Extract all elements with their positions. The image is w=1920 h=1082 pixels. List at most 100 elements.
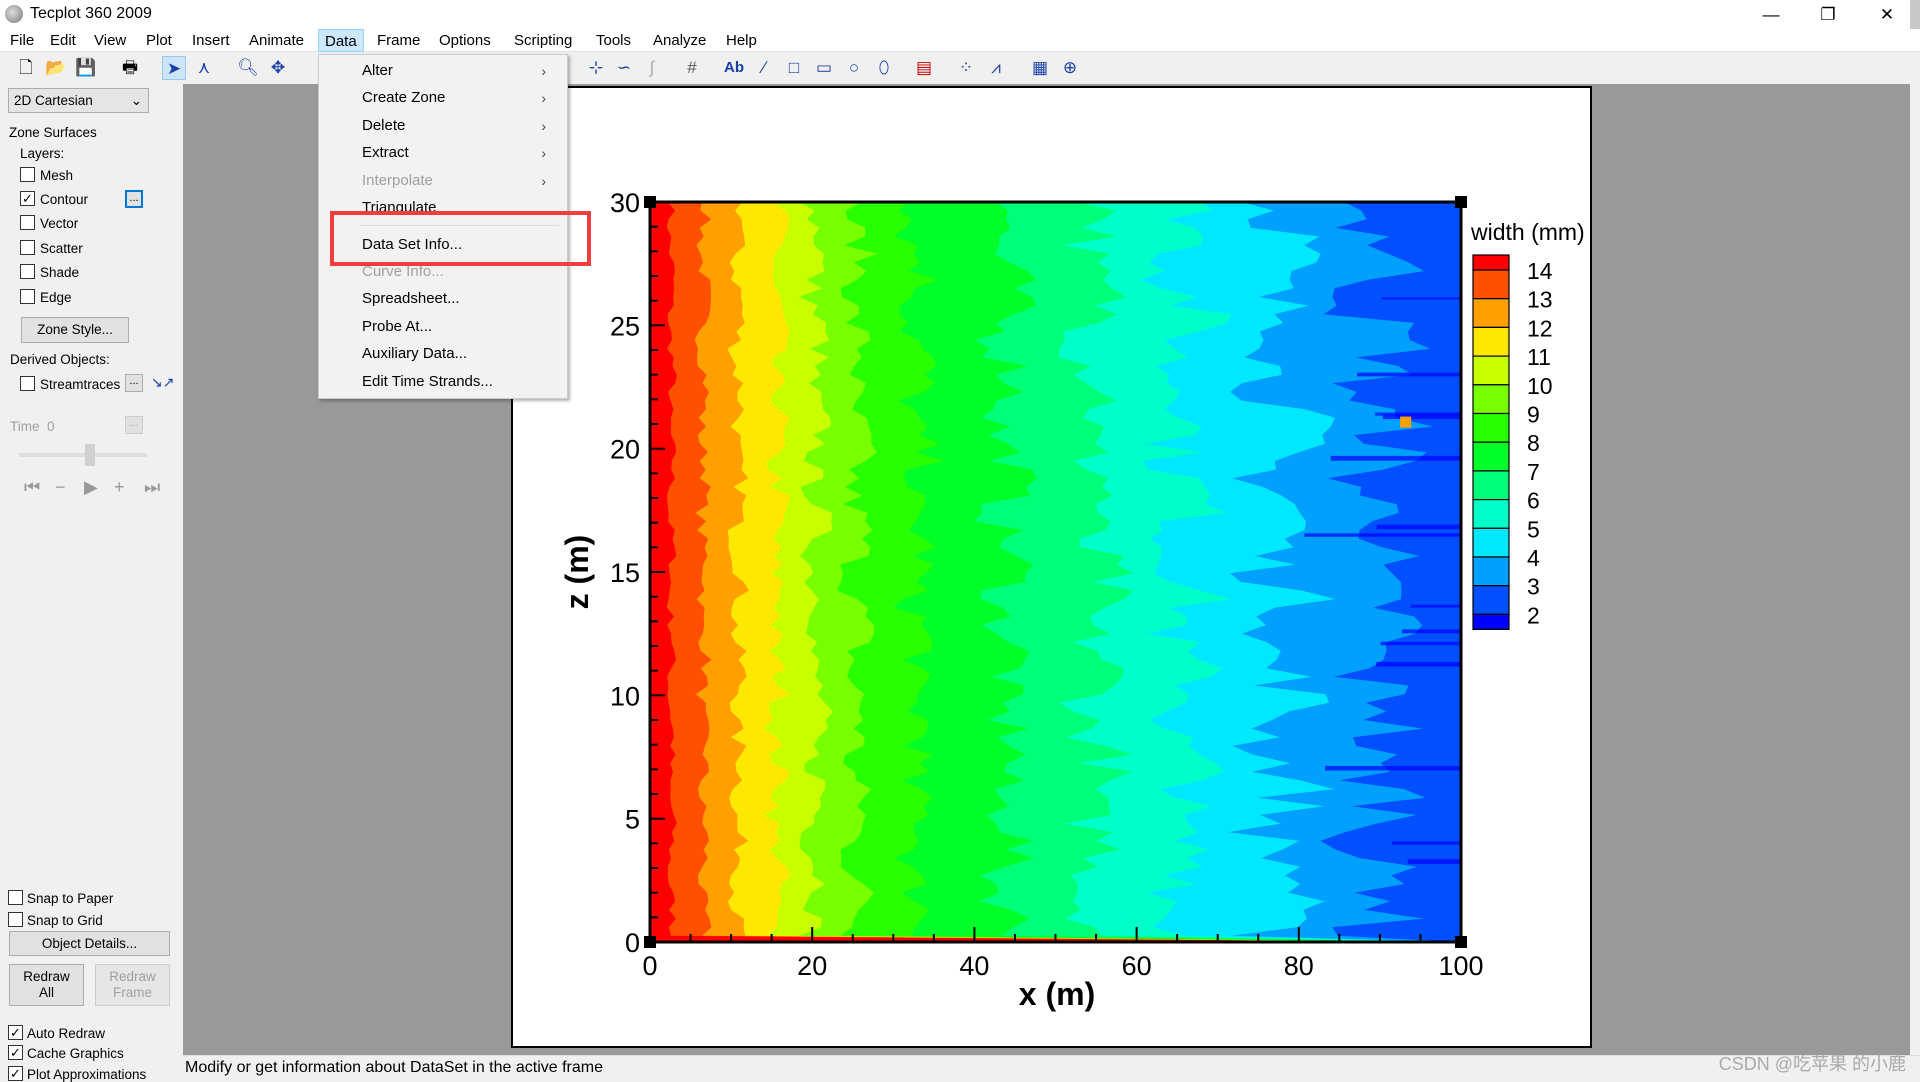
plot-type-value: 2D Cartesian [14,93,93,108]
redraw-all-button[interactable]: Redraw All [9,964,84,1006]
minimize-button[interactable]: — [1743,0,1799,29]
sidebar: 2D Cartesian ⌄ Zone Surfaces Layers: Mesh… [0,84,183,1082]
mesh-checkbox[interactable] [20,167,35,182]
text-icon[interactable]: Ab [722,56,746,80]
first-frame-icon[interactable]: ⏮ [24,477,40,498]
auto-redraw-checkbox[interactable]: ✓ [8,1025,23,1040]
last-frame-icon[interactable]: ⏭ [144,477,160,498]
selector-arrow-icon[interactable]: ➤ [162,56,186,80]
mesh-label: Mesh [40,168,74,183]
time-slider-thumb[interactable] [85,444,95,466]
vector-label: Vector [40,216,79,231]
menu-edit[interactable]: Edit [44,29,82,52]
menu-item-interpolate[interactable]: Interpolate › [362,168,562,194]
menu-item-create-zone[interactable]: Create Zone › [362,85,562,111]
menu-item-label: Auxiliary Data... [362,345,468,362]
time-slider-track[interactable] [19,453,147,457]
grid-icon[interactable]: ▦ [1028,56,1052,80]
plot-approximations-checkbox[interactable]: ✓ [8,1066,23,1081]
snap-to-grid-checkbox[interactable] [8,912,23,927]
vector-checkbox[interactable] [20,215,35,230]
window-title: Tecplot 360 2009 [30,5,152,22]
menu-item-extract[interactable]: Extract › [362,140,562,166]
streamtraces-checkbox[interactable] [20,376,35,391]
menu-file[interactable]: File [4,29,40,52]
step-forward-icon[interactable]: + [114,477,125,498]
highlight-box [330,211,591,266]
snap-to-paper-checkbox[interactable] [8,890,23,905]
contour-label: Contour [40,192,89,207]
step-back-icon[interactable]: − [55,477,66,498]
streamtraces-details-button[interactable]: ... [125,374,143,392]
menu-item-edit-time-strands[interactable]: Edit Time Strands... [362,369,562,395]
menu-data[interactable]: Data [318,29,364,52]
edge-checkbox[interactable] [20,289,35,304]
redraw-frame-button[interactable]: Redraw Frame [95,964,170,1006]
restore-button[interactable]: ❐ [1800,0,1856,29]
new-file-icon[interactable]: 🗋 [14,56,38,80]
streamtrace-disabled-icon[interactable]: ∫ [640,56,664,80]
menu-item-spreadsheet[interactable]: Spreadsheet... [362,286,562,312]
probe-icon[interactable]: # [680,56,704,80]
open-folder-icon[interactable]: 📂 [44,56,68,80]
snap-to-paper-label: Snap to Paper [27,891,114,906]
play-icon[interactable]: ▶ [84,477,98,498]
menu-insert[interactable]: Insert [186,29,236,52]
menu-item-label: Spreadsheet... [362,290,460,307]
shade-label: Shade [40,265,80,280]
menu-item-alter[interactable]: Alter › [362,58,562,84]
plot-frame[interactable] [511,86,1592,1048]
time-details-button[interactable]: ... [125,416,143,434]
square-icon[interactable]: □ [782,56,806,80]
contour-checkbox[interactable]: ✓ [20,191,35,206]
app-logo-icon [5,5,23,23]
menu-frame[interactable]: Frame [371,29,426,52]
circle-icon[interactable]: ○ [842,56,866,80]
rectangle-icon[interactable]: ▭ [812,56,836,80]
menu-animate[interactable]: Animate [243,29,310,52]
cache-graphics-label: Cache Graphics [27,1046,124,1061]
line-points-icon[interactable]: ⩘ [984,56,1008,80]
menu-view[interactable]: View [88,29,132,52]
streamtrace-tool-icon[interactable]: ↘↗ [151,374,174,391]
contour-details-button[interactable]: ... [125,190,143,208]
zone-surfaces-label: Zone Surfaces [9,125,97,140]
menu-item-delete[interactable]: Delete › [362,113,562,139]
zone-style-button[interactable]: Zone Style... [21,317,129,343]
save-icon[interactable]: 💾 [74,56,98,80]
adjustor-icon[interactable]: ⋏ [192,56,216,80]
menu-options[interactable]: Options [433,29,497,52]
shade-checkbox[interactable] [20,264,35,279]
menu-plot[interactable]: Plot [140,29,178,52]
menu-bar: File Edit View Plot Insert Animate Data … [0,29,1920,52]
menu-item-auxiliary-data[interactable]: Auxiliary Data... [362,341,562,367]
remove-streamtrace-icon[interactable]: ∽ [612,56,636,80]
add-streamtrace-icon[interactable]: ⊹ [584,56,608,80]
polar-grid-icon[interactable]: ⊕ [1058,56,1082,80]
chevron-right-icon: › [541,145,546,161]
menu-item-label: Delete [362,117,406,134]
frame-icon[interactable]: ▤ [912,56,936,80]
menu-analyze[interactable]: Analyze [647,29,712,52]
time-label: Time [10,419,40,434]
ellipse-icon[interactable]: ⬯ [872,56,896,80]
watermark: CSDN @吃苹果 的小鹿 [1718,1054,1906,1074]
menu-item-label: Alter [362,62,393,79]
print-icon[interactable]: 🖶 [118,56,142,80]
menu-item-label: Probe At... [362,318,433,335]
plot-type-select[interactable]: 2D Cartesian ⌄ [8,88,149,113]
streamtraces-label: Streamtraces [40,377,121,392]
scatter-checkbox[interactable] [20,240,35,255]
menu-scripting[interactable]: Scripting [508,29,578,52]
polyline-icon[interactable]: ∕ [752,56,776,80]
zoom-icon[interactable]: 🔍︎ [236,56,260,80]
scatter-points-icon[interactable]: ⁘ [954,56,978,80]
scatter-label: Scatter [40,241,83,256]
menu-item-probe-at[interactable]: Probe At... [362,314,562,340]
translate-icon[interactable]: ✥ [266,56,290,80]
object-details-button[interactable]: Object Details... [9,931,170,956]
cache-graphics-checkbox[interactable]: ✓ [8,1045,23,1060]
close-button[interactable]: ✕ [1859,0,1915,29]
menu-help[interactable]: Help [720,29,763,52]
menu-tools[interactable]: Tools [590,29,637,52]
